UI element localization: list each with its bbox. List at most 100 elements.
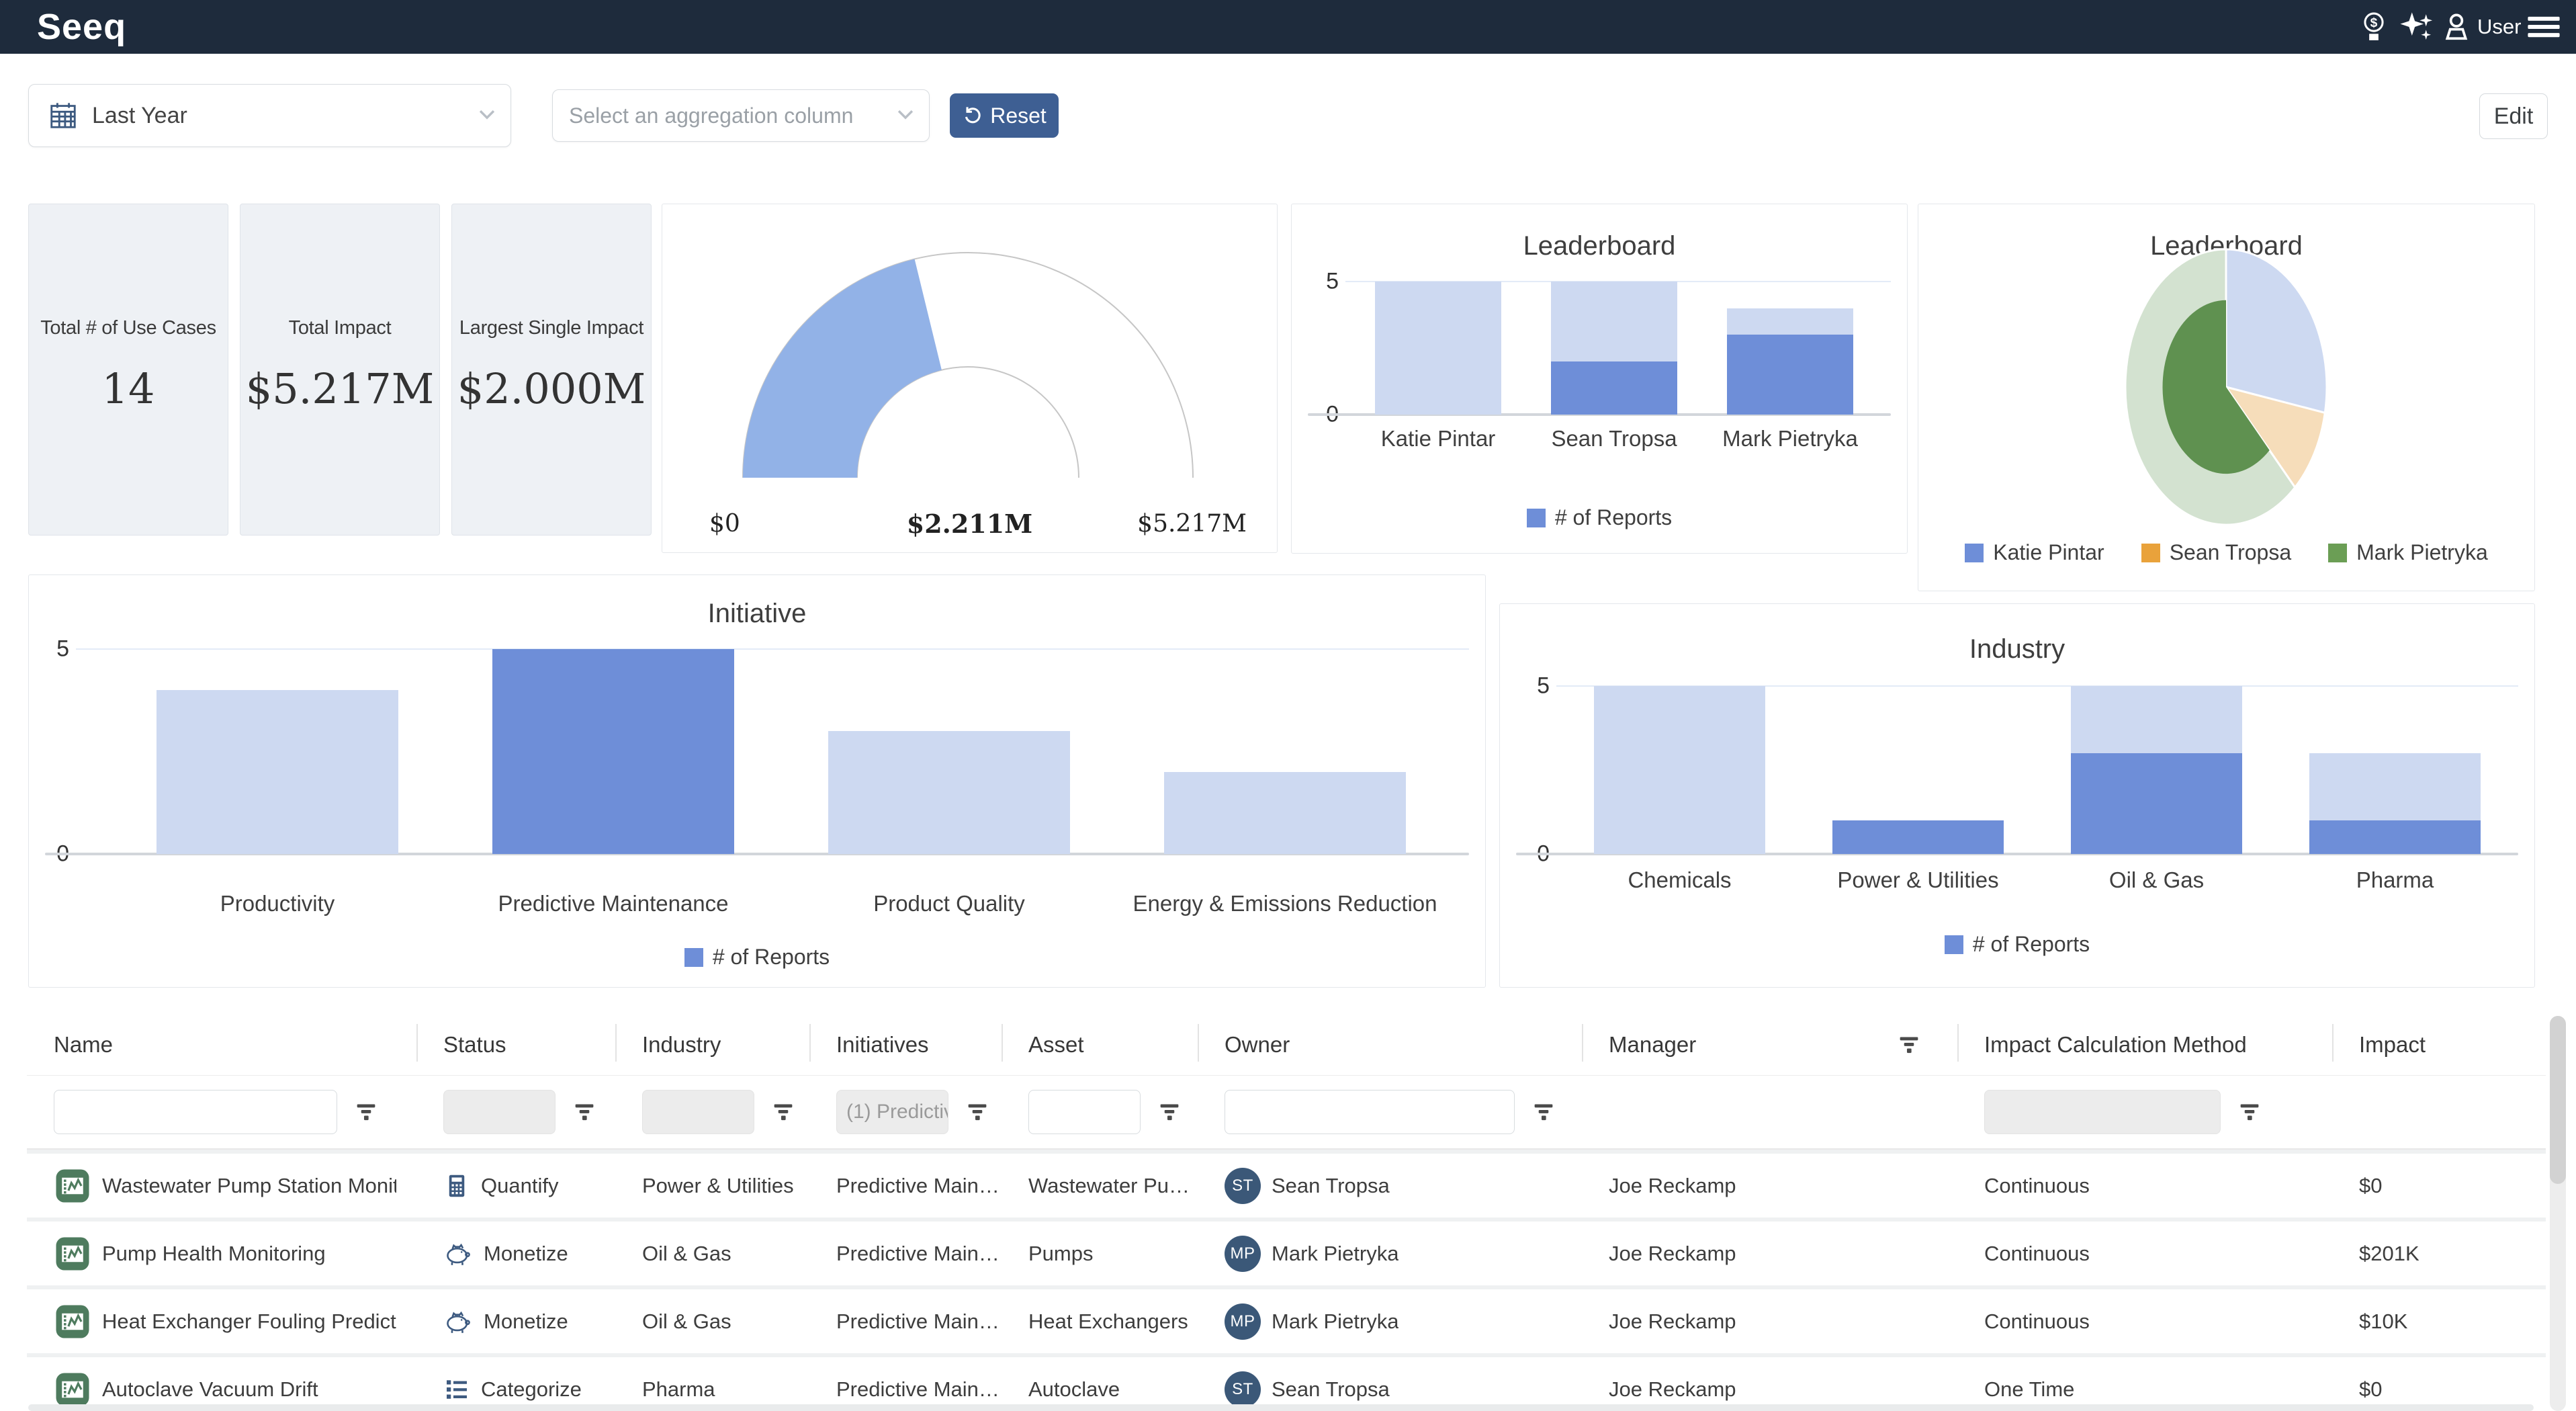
aggregation-select[interactable]: Select an aggregation column	[552, 89, 930, 142]
bar-reports-mark-pietryka[interactable]	[1727, 335, 1854, 415]
column-header-label: Owner	[1225, 1032, 1290, 1058]
filter-input-impact-calculation-method[interactable]	[1984, 1090, 2221, 1134]
legend-item: # of Reports	[684, 945, 830, 970]
chevron-down-icon	[476, 103, 498, 129]
status-label: Monetize	[484, 1242, 568, 1266]
calendar-icon	[48, 100, 79, 131]
filter-icon[interactable]	[772, 1101, 795, 1123]
idea-dollar-icon[interactable]: $	[2359, 0, 2389, 54]
cell-owner: MPMark Pietryka	[1198, 1222, 1582, 1285]
filter-icon[interactable]	[1532, 1101, 1555, 1123]
vertical-scrollbar-thumb[interactable]	[2550, 1016, 2566, 1184]
use-case-name: Pump Health Monitoring	[102, 1242, 396, 1266]
edit-button[interactable]: Edit	[2479, 93, 2548, 139]
leaderboard-pie-chart	[1918, 204, 2534, 591]
cell-name: Pump Health Monitoring	[27, 1222, 416, 1285]
filter-input-industry[interactable]	[642, 1090, 754, 1134]
aggregation-placeholder: Select an aggregation column	[569, 103, 853, 128]
column-separator	[416, 1024, 418, 1062]
filter-cell-manager	[1582, 1076, 1957, 1148]
cell-industry-value: Oil & Gas	[642, 1310, 731, 1334]
column-header-manager[interactable]: Manager	[1582, 1015, 1957, 1075]
category-label: Mark Pietryka	[1722, 426, 1858, 452]
table-row[interactable]: Wastewater Pump Station MonitoringQuanti…	[27, 1150, 2546, 1217]
user-icon[interactable]	[2441, 0, 2472, 54]
column-header-name[interactable]: Name	[27, 1015, 416, 1075]
filter-cell-asset	[1002, 1076, 1198, 1148]
ai-sparkles-icon[interactable]	[2399, 0, 2434, 54]
report-icon	[54, 1235, 91, 1273]
filter-input-owner[interactable]	[1225, 1090, 1515, 1134]
filter-icon[interactable]	[355, 1101, 377, 1123]
bar-total-energy-emissions-reduction[interactable]	[1164, 772, 1406, 854]
table-row[interactable]: Autoclave Vacuum DriftCategorizePharmaPr…	[27, 1353, 2546, 1411]
bar-total-product-quality[interactable]	[828, 731, 1070, 854]
cell-name: Wastewater Pump Station Monitoring	[27, 1154, 416, 1217]
filter-input-initiatives[interactable]: (1) Predictive Maintenance	[836, 1090, 948, 1134]
table-row[interactable]: Heat Exchanger Fouling Prediction Monetiz…	[27, 1285, 2546, 1353]
category-label: Pharma	[2356, 867, 2434, 893]
filter-input-asset[interactable]	[1028, 1090, 1141, 1134]
kpi-value: $5.217M	[240, 364, 439, 413]
column-header-label: Impact Calculation Method	[1984, 1032, 2247, 1058]
bar-reports-predictive-maintenance[interactable]	[492, 649, 734, 854]
cell-initiatives: Predictive Maintenance	[809, 1357, 1002, 1411]
filter-icon[interactable]	[1898, 1033, 1920, 1056]
bar-reports-sean-tropsa[interactable]	[1551, 361, 1678, 415]
bar-total-productivity[interactable]	[157, 690, 398, 854]
use-case-name: Heat Exchanger Fouling Prediction	[102, 1310, 396, 1334]
category-label: Sean Tropsa	[1551, 426, 1677, 452]
pie-slice-katie-pintar[interactable]	[2226, 249, 2327, 413]
date-range-select[interactable]: Last Year	[28, 84, 511, 147]
reset-button[interactable]: Reset	[950, 93, 1059, 138]
bar-total-chemicals[interactable]	[1594, 686, 1766, 854]
legend-label: Mark Pietryka	[2356, 540, 2488, 565]
chart-title: Initiative	[29, 599, 1485, 629]
cell-manager-value: Joe Reckamp	[1609, 1242, 1736, 1266]
kpi-card: Total Impact$5.217M	[240, 204, 440, 536]
kpi-value: 14	[29, 364, 228, 413]
chart-legend: Katie PintarSean TropsaMark Pietryka	[1918, 540, 2534, 565]
table-row[interactable]: Pump Health MonitoringMonetizeOil & GasP…	[27, 1217, 2546, 1285]
calculator-icon	[443, 1172, 470, 1199]
legend-swatch	[2141, 544, 2160, 562]
bar-reports-oil-gas[interactable]	[2071, 753, 2243, 854]
vertical-scrollbar[interactable]	[2550, 1016, 2566, 1411]
user-label[interactable]: User	[2477, 0, 2521, 54]
cell-status: Monetize	[416, 1222, 615, 1285]
column-header-industry[interactable]: Industry	[615, 1015, 809, 1075]
menu-icon[interactable]	[2526, 0, 2562, 54]
cell-asset: Heat Exchangers	[1002, 1289, 1198, 1353]
kpi-label: Largest Single Impact	[452, 317, 651, 339]
filter-icon[interactable]	[966, 1101, 989, 1123]
legend-swatch	[1527, 509, 1546, 527]
bar-reports-pharma[interactable]	[2309, 820, 2481, 854]
bar-reports-power-utilities[interactable]	[1832, 820, 2004, 854]
filter-icon[interactable]	[2238, 1101, 2261, 1123]
table-filter-row: (1) Predictive Maintenance	[27, 1076, 2546, 1150]
bar-total-katie-pintar[interactable]	[1375, 282, 1502, 415]
status-label: Monetize	[484, 1310, 568, 1334]
filter-input-name[interactable]	[54, 1090, 337, 1134]
column-header-asset[interactable]: Asset	[1002, 1015, 1198, 1075]
column-header-initiatives[interactable]: Initiatives	[809, 1015, 1002, 1075]
column-header-impact-calculation-method[interactable]: Impact Calculation Method	[1957, 1015, 2332, 1075]
filter-icon[interactable]	[573, 1101, 596, 1123]
owner-name: Sean Tropsa	[1272, 1174, 1390, 1198]
column-header-impact[interactable]: Impact	[2332, 1015, 2546, 1075]
column-separator	[1957, 1024, 1959, 1062]
chart-legend: # of Reports	[1292, 505, 1907, 530]
industry-bar-chart-card: Industry50ChemicalsPower & UtilitiesOil …	[1499, 603, 2535, 988]
column-header-status[interactable]: Status	[416, 1015, 615, 1075]
filter-icon[interactable]	[1158, 1101, 1181, 1123]
horizontal-scrollbar[interactable]	[28, 1404, 2534, 1411]
owner-name: Mark Pietryka	[1272, 1242, 1398, 1266]
column-header-label: Asset	[1028, 1032, 1084, 1058]
date-range-value: Last Year	[92, 103, 187, 129]
owner-name: Mark Pietryka	[1272, 1310, 1398, 1334]
cell-initiatives-value: Predictive Maintenance	[836, 1242, 1002, 1266]
filter-input-status[interactable]	[443, 1090, 556, 1134]
legend-swatch	[684, 948, 703, 967]
column-header-owner[interactable]: Owner	[1198, 1015, 1582, 1075]
cell-industry: Pharma	[615, 1357, 809, 1411]
